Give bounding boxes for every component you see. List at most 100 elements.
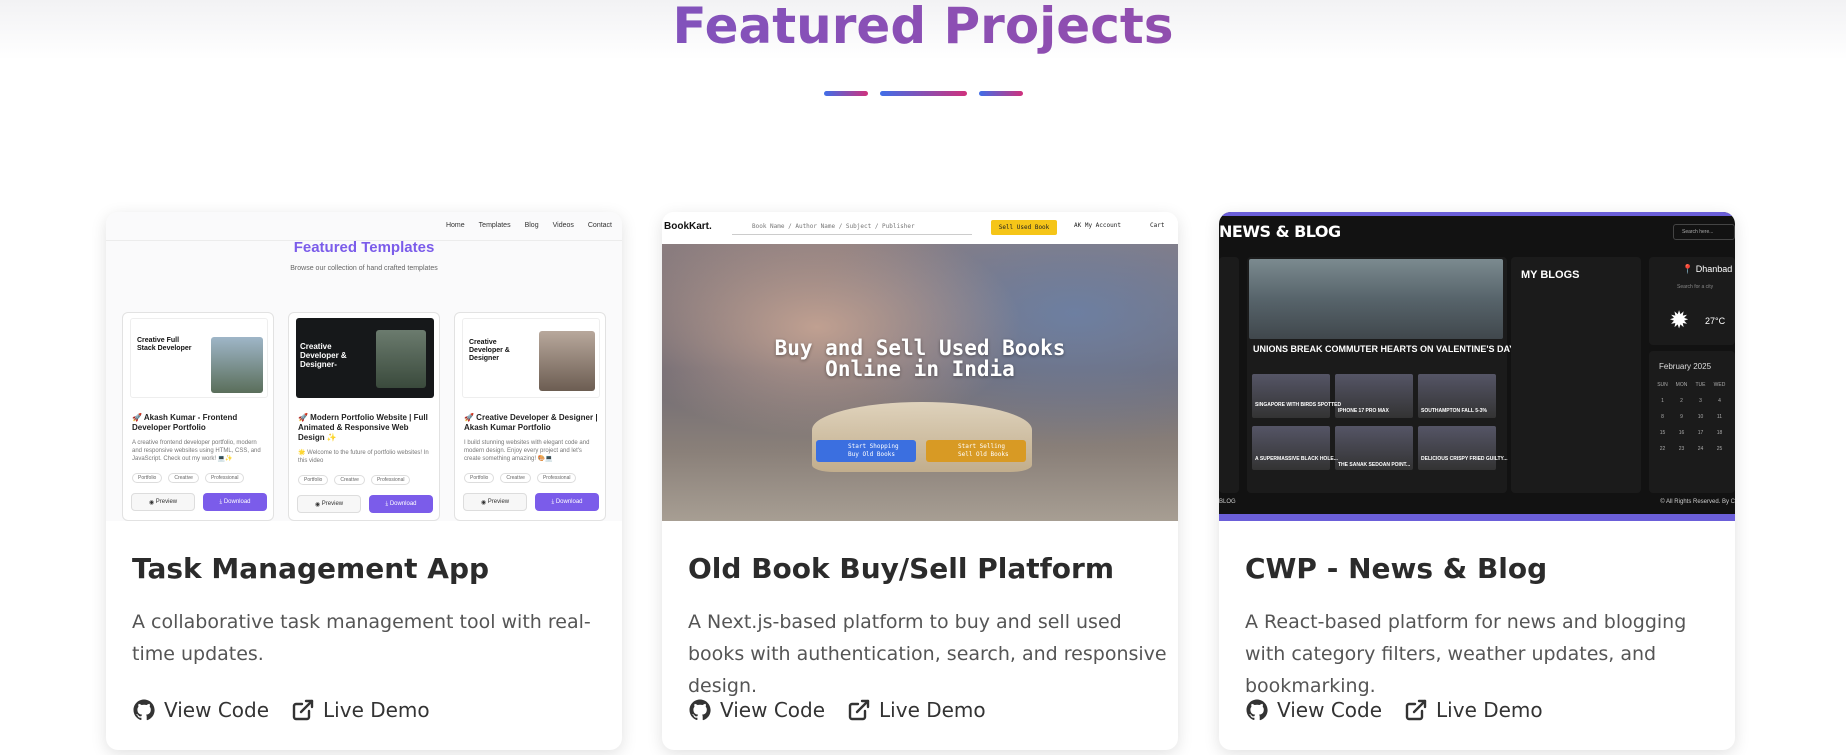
external-link-icon	[1405, 699, 1427, 721]
hero-line: Online in India	[825, 357, 1015, 381]
template-download-button: ⤓ Download	[535, 493, 599, 511]
live-demo-label: Live Demo	[1436, 698, 1543, 722]
template-tags: Portfolio Creative Professional	[298, 475, 411, 485]
tag: Portfolio	[464, 473, 495, 483]
hero-line: Buy and Sell Used Books	[774, 336, 1066, 360]
thumb-nav-item: Home	[445, 222, 465, 229]
tag: Professional	[536, 473, 577, 483]
section-title: Featured Projects	[0, 0, 1846, 56]
view-code-label: View Code	[164, 698, 270, 722]
portrait-image	[376, 330, 426, 388]
thumb-search: Search here...	[1673, 224, 1735, 240]
template-shot-title: Creative Developer & Designer	[469, 339, 510, 362]
divider-segment	[823, 91, 868, 96]
project-description: A collaborative task management tool wit…	[132, 611, 591, 665]
my-blogs-heading: MY BLOGS	[1521, 269, 1580, 281]
github-icon	[133, 699, 155, 721]
template-tags: Portfolio Creative Professional	[132, 473, 245, 483]
tag: Creative	[500, 473, 531, 483]
template-screenshot: Creative Developer & Designer	[462, 318, 600, 398]
thumb-header: NEWS & BLOG	[1219, 222, 1341, 241]
thumb-nav-item: Templates	[478, 222, 511, 229]
live-demo-label: Live Demo	[879, 698, 986, 722]
template-desc: A creative frontend developer portfolio,…	[132, 440, 261, 462]
divider-segment	[978, 91, 1023, 96]
template-preview-button: ◉ Preview	[463, 493, 527, 511]
news-thumb-title: THE SANAK SEDOAN POINT...	[1338, 462, 1411, 468]
template-download-button: ⤓ Download	[369, 495, 433, 513]
live-demo-link[interactable]: Live Demo	[291, 698, 430, 722]
thumb-blogs-panel	[1511, 257, 1641, 493]
template-desc: I build stunning websites with elegant c…	[464, 440, 590, 462]
thumb-footer-left: BLOG	[1219, 499, 1236, 505]
project-description: A Next.js-based platform to buy and sell…	[688, 611, 1167, 697]
template-shot-title: Creative Full Stack Developer	[137, 337, 192, 352]
github-icon	[689, 699, 711, 721]
template-desc: 🌟 Welcome to the future of portfolio web…	[298, 450, 429, 464]
project-thumbnail: Home Templates Blog Videos Contact Featu…	[106, 212, 622, 521]
divider-segment	[879, 91, 967, 96]
external-link-icon	[292, 699, 314, 721]
live-demo-link[interactable]: Live Demo	[1404, 698, 1543, 722]
template-tags: Portfolio Creative Professional	[464, 473, 577, 483]
weather-temp: 27°C	[1705, 316, 1726, 326]
thumb-logo: BookKart.	[664, 221, 712, 232]
template-preview-button: ◉ Preview	[131, 493, 195, 511]
template-title: 🚀 Modern Portfolio Website | Full Animat…	[298, 413, 428, 442]
news-thumb-title: SOUTHAMPTON FALL 5-3%	[1421, 408, 1487, 414]
thumb-account: AK My Account	[1074, 222, 1121, 229]
github-icon	[1246, 699, 1268, 721]
title-divider	[0, 91, 1846, 96]
template-screenshot: Creative Developer & Designer-	[296, 318, 434, 398]
news-thumb-title: A SUPERMASSIVE BLACK HOLE...	[1255, 456, 1338, 462]
tag: Creative	[334, 475, 365, 485]
thumb-sell-button: Sell Used Book	[991, 220, 1057, 235]
template-preview-button: ◉ Preview	[297, 495, 361, 513]
calendar-grid: SUN MON TUE WED 1234 8 9 10 11 15 16 17 18 22 23 24…	[1657, 382, 1726, 452]
template-shot-title: Creative Developer & Designer-	[300, 342, 347, 369]
thumb-subheading: Browse our collection of hand crafted te…	[290, 265, 438, 272]
thumb-left-panel	[1219, 257, 1239, 493]
tag: Professional	[370, 475, 411, 485]
view-code-label: View Code	[1277, 698, 1383, 722]
news-thumb	[1252, 374, 1330, 418]
portrait-image	[211, 337, 263, 393]
template-screenshot: Creative Full Stack Developer	[130, 318, 268, 398]
tag: Professional	[204, 473, 245, 483]
project-card-task-management: Home Templates Blog Videos Contact Featu…	[106, 212, 622, 750]
live-demo-link[interactable]: Live Demo	[847, 698, 986, 722]
news-thumb-title: DELICIOUS CRISPY FRIED GUILTY...	[1421, 456, 1508, 462]
external-link-icon	[848, 699, 870, 721]
thumb-template-card: Creative Full Stack Developer 🚀 Akash Ku…	[122, 312, 274, 521]
sun-icon: ✹	[1669, 307, 1690, 334]
tag: Creative	[168, 473, 199, 483]
thumb-nav-item: Contact	[587, 222, 612, 229]
view-code-link[interactable]: View Code	[132, 698, 269, 722]
project-thumbnail: BookKart. Book Name / Author Name / Subj…	[662, 212, 1178, 521]
view-code-link[interactable]: View Code	[1245, 698, 1382, 722]
template-download-button: ⤓ Download	[203, 493, 267, 511]
thumb-heading: Featured Templates	[293, 239, 435, 256]
news-headline: UNIONS BREAK COMMUTER HEARTS ON VALENTIN…	[1253, 344, 1516, 354]
thumb-sell-books-button: Start Selling Sell Old Books	[926, 440, 1026, 462]
thumb-search: Book Name / Author Name / Subject / Publ…	[732, 220, 972, 235]
weather-city: 📍 Dhanbad	[1682, 264, 1733, 274]
thumb-hero-heading: Buy and Sell Used Books Online in India	[662, 338, 1178, 380]
thumb-footer-right: © All Rights Reserved. By C	[1660, 499, 1735, 505]
project-title: CWP - News & Blog	[1245, 552, 1548, 585]
live-demo-label: Live Demo	[323, 698, 430, 722]
news-thumb-title: SINGAPORE WITH BIRDS SPOTTED	[1255, 402, 1342, 408]
news-thumb	[1252, 426, 1330, 470]
project-card-news-blog: NEWS & BLOG Search here... UNIONS BREAK …	[1219, 212, 1735, 750]
thumb-shop-button: Start Shopping Buy Old Books	[816, 440, 916, 462]
project-title: Task Management App	[132, 552, 490, 585]
thumb-template-card: Creative Developer & Designer- 🚀 Modern …	[288, 312, 440, 521]
news-thumb	[1418, 426, 1496, 470]
thumb-top-bar	[1219, 212, 1735, 216]
view-code-link[interactable]: View Code	[688, 698, 825, 722]
thumb-nav-item: Blog	[524, 222, 539, 229]
project-card-book-platform: BookKart. Book Name / Author Name / Subj…	[662, 212, 1178, 750]
thumb-cart: Cart	[1150, 222, 1165, 229]
news-thumb-title: IPHONE 17 PRO MAX	[1338, 408, 1389, 414]
tag: Portfolio	[298, 475, 329, 485]
